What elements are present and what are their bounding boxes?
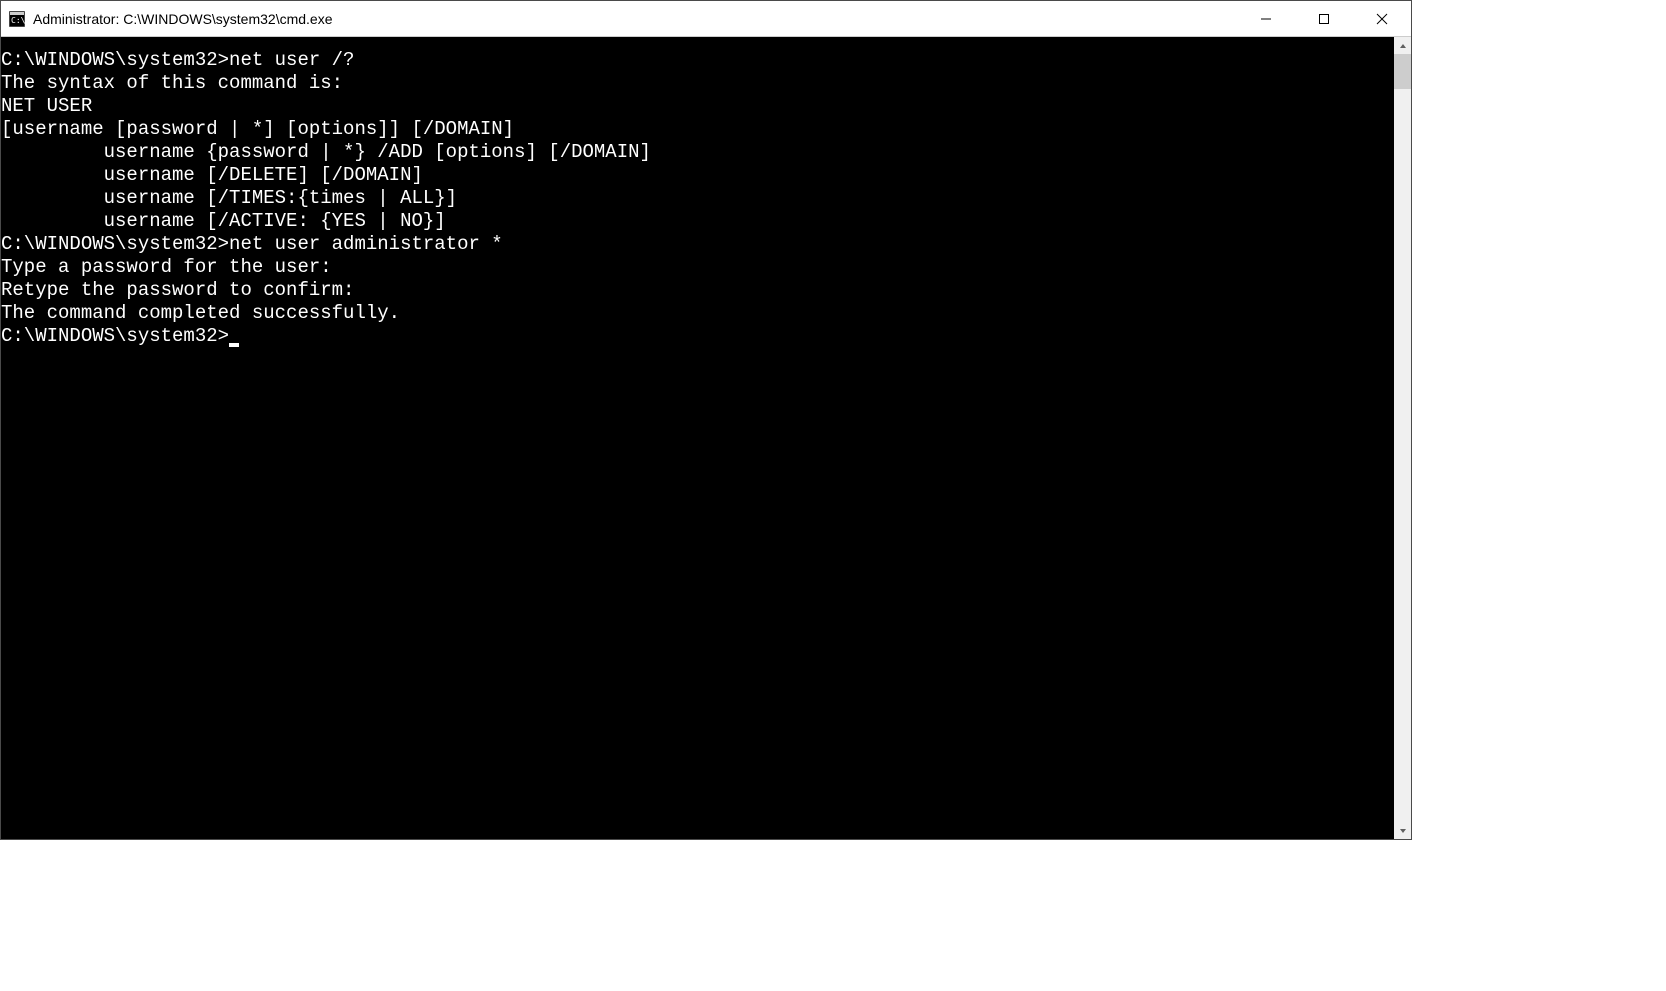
- terminal-line: username {password | *} /ADD [options] […: [1, 141, 1394, 164]
- terminal-line: username [/ACTIVE: {YES | NO}]: [1, 210, 1394, 233]
- terminal-line: The syntax of this command is:: [1, 72, 1394, 95]
- svg-text:C:\: C:\: [11, 16, 25, 25]
- titlebar[interactable]: C:\ Administrator: C:\WINDOWS\system32\c…: [1, 1, 1411, 37]
- terminal-line: NET USER: [1, 95, 1394, 118]
- titlebar-left: C:\ Administrator: C:\WINDOWS\system32\c…: [1, 11, 333, 27]
- scroll-up-arrow[interactable]: [1394, 37, 1411, 54]
- content-area: C:\WINDOWS\system32>net user /?The synta…: [1, 37, 1411, 839]
- terminal-line: Type a password for the user:: [1, 256, 1394, 279]
- cmd-icon: C:\: [9, 11, 25, 27]
- minimize-button[interactable]: [1237, 1, 1295, 36]
- scroll-thumb[interactable]: [1394, 54, 1411, 89]
- terminal-line: username [/DELETE] [/DOMAIN]: [1, 164, 1394, 187]
- terminal-prompt: C:\WINDOWS\system32>: [1, 325, 229, 347]
- scroll-down-arrow[interactable]: [1394, 822, 1411, 839]
- terminal-prompt-line: C:\WINDOWS\system32>: [1, 325, 1394, 348]
- vertical-scrollbar[interactable]: [1394, 37, 1411, 839]
- terminal-line: The command completed successfully.: [1, 302, 1394, 325]
- terminal-line: Retype the password to confirm:: [1, 279, 1394, 302]
- close-button[interactable]: [1353, 1, 1411, 36]
- terminal-line: username [/TIMES:{times | ALL}]: [1, 187, 1394, 210]
- scroll-track[interactable]: [1394, 54, 1411, 822]
- terminal-output[interactable]: C:\WINDOWS\system32>net user /?The synta…: [1, 37, 1394, 839]
- window-controls: [1237, 1, 1411, 36]
- maximize-button[interactable]: [1295, 1, 1353, 36]
- terminal-line: C:\WINDOWS\system32>net user /?: [1, 49, 1394, 72]
- window-title: Administrator: C:\WINDOWS\system32\cmd.e…: [33, 11, 333, 27]
- window-frame: C:\ Administrator: C:\WINDOWS\system32\c…: [0, 0, 1412, 840]
- terminal-line: C:\WINDOWS\system32>net user administrat…: [1, 233, 1394, 256]
- terminal-cursor: [229, 343, 239, 347]
- terminal-line: [username [password | *] [options]] [/DO…: [1, 118, 1394, 141]
